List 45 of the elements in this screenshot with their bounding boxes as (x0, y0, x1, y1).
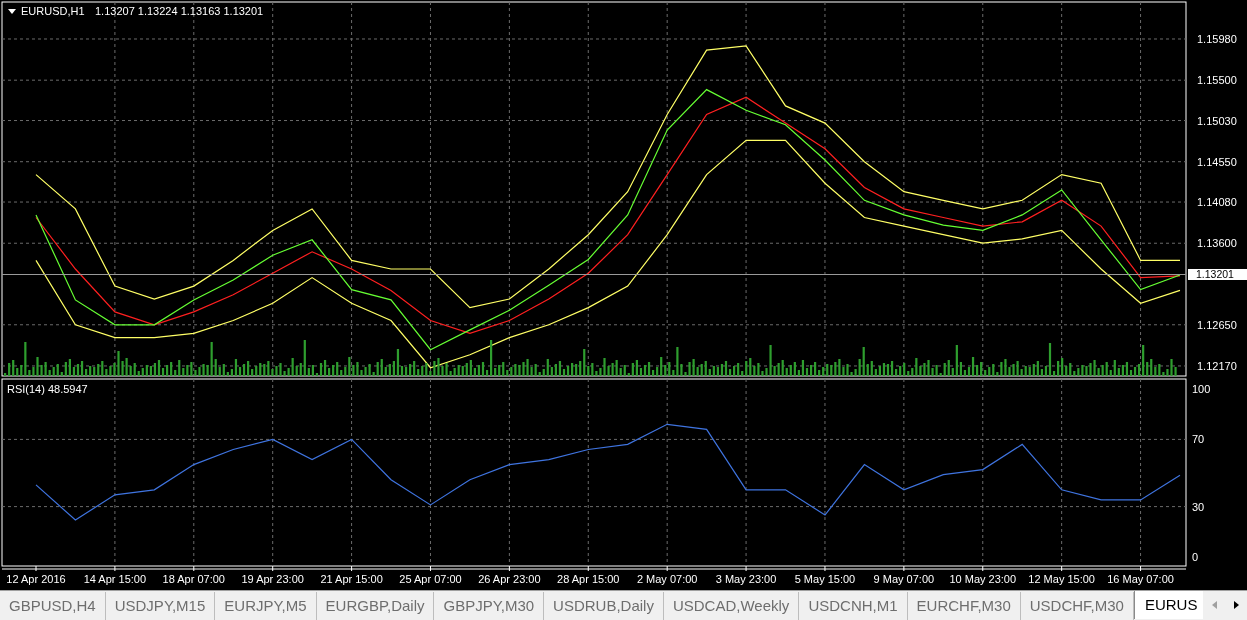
right-arrow-icon (1232, 600, 1240, 610)
left-arrow-icon (1210, 600, 1218, 610)
rsi-axis-label: 100 (1192, 383, 1211, 395)
dropdown-triangle-icon[interactable] (8, 9, 16, 14)
chart-tab[interactable]: USDJPY,M15 (105, 592, 216, 620)
chart-tab[interactable]: GBPJPY,M30 (434, 592, 545, 620)
price-axis-label: 1.15980 (1197, 33, 1237, 45)
time-axis-label: 3 May 23:00 (715, 573, 777, 585)
time-axis-label: 5 May 15:00 (794, 573, 856, 585)
chart-symbol: EURUSD,H1 (21, 5, 85, 17)
chart-tab[interactable]: USDCNH,M1 (799, 592, 908, 620)
time-axis-label: 28 Apr 15:00 (557, 573, 620, 585)
price-quote: 1.13207 1.13224 1.13163 1.13201 (95, 5, 264, 17)
chart-tab[interactable]: USDRUB,Daily (544, 592, 664, 620)
time-axis-label: 10 May 23:00 (949, 573, 1017, 585)
time-axis-label: 19 Apr 23:00 (241, 573, 304, 585)
price-axis-label: 1.15030 (1197, 114, 1237, 127)
rsi-title: RSI(14) 48.5947 (7, 383, 88, 395)
chart-tab[interactable]: USDCHF,M30 (1020, 592, 1134, 620)
price-axis-label: 1.14550 (1197, 155, 1237, 168)
time-axis-label: 12 Apr 2016 (6, 573, 66, 585)
rsi-axis-label: 0 (1192, 551, 1199, 563)
current-price-tag: 1.13201 (1188, 268, 1247, 281)
time-axis-label: 16 May 07:00 (1107, 573, 1174, 585)
price-axis-label: 1.15500 (1197, 74, 1237, 87)
chart-tab[interactable]: EURJPY,M5 (215, 592, 317, 620)
time-axis-label: 25 Apr 07:00 (399, 573, 462, 585)
chart-tab[interactable]: EURGBP,Daily (316, 592, 435, 620)
time-axis-label: 18 Apr 07:00 (162, 573, 225, 585)
rsi-axis-label: 30 (1192, 500, 1205, 513)
rsi-axis-label: 70 (1192, 433, 1205, 446)
time-axis-label: 21 Apr 15:00 (320, 573, 383, 585)
time-axis-label: 26 Apr 23:00 (478, 573, 541, 585)
price-axis-label: 1.12650 (1197, 318, 1237, 331)
price-axis-label: 1.13600 (1197, 237, 1237, 250)
price-axis-label: 1.14080 (1197, 196, 1237, 209)
time-axis-label: 14 Apr 15:00 (83, 573, 147, 585)
chart-tab[interactable]: USDCAD,Weekly (663, 592, 800, 620)
time-axis-label: 2 May 07:00 (636, 573, 698, 585)
time-axis-label: 12 May 15:00 (1028, 573, 1095, 585)
chart-tab[interactable]: EURUS (1133, 591, 1203, 619)
price-axis-label: 1.12170 (1197, 359, 1237, 372)
chart-tab[interactable]: GBPUSD,H4 (0, 592, 106, 620)
chart-tab[interactable]: EURCHF,M30 (907, 592, 1021, 620)
time-axis-label: 9 May 07:00 (873, 573, 935, 585)
